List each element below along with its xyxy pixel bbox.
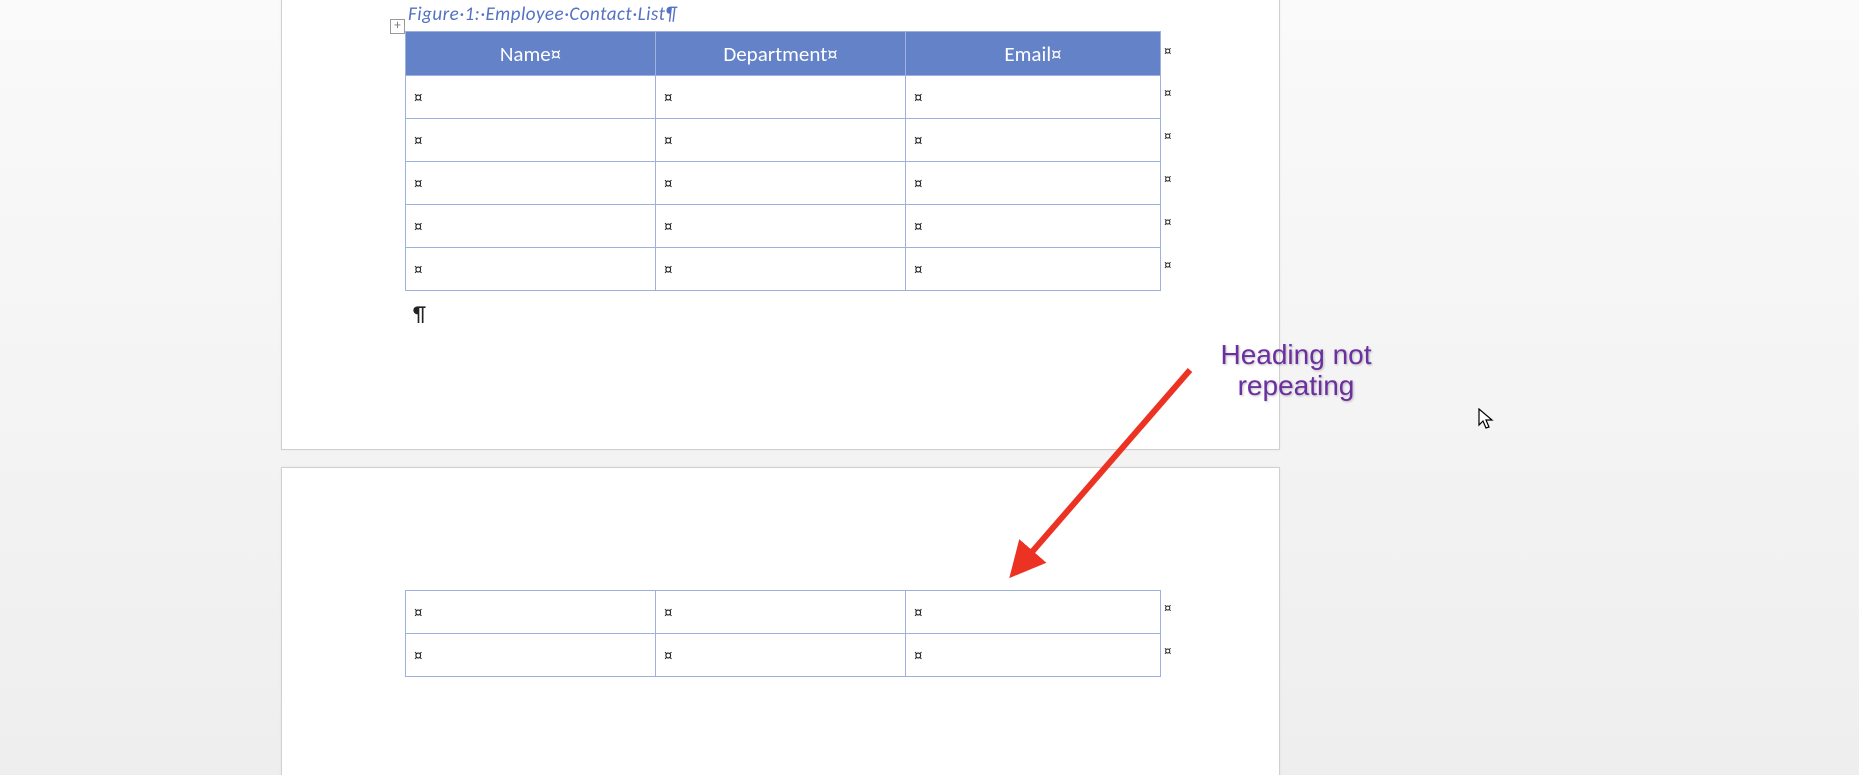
row-end-marker: ¤ [1164,643,1171,661]
table-cell[interactable]: ¤ [906,76,1161,119]
table-cell[interactable]: ¤ [656,76,906,119]
table-cell[interactable]: ¤ [406,634,656,677]
row-end-marker: ¤ [1164,171,1171,189]
mouse-cursor-icon [1478,408,1496,436]
cell-marker: ¤ [406,645,430,666]
employee-contact-table[interactable]: Name¤ Department¤ Email¤ ¤ ¤ ¤ ¤ ¤ ¤ ¤ ¤ ¤ ¤ ¤ ¤ ¤ ¤ ¤ [405,31,1161,291]
cell-marker: ¤ [656,216,680,237]
table-cell[interactable]: ¤ [906,248,1161,291]
table-cell[interactable]: ¤ [406,591,656,634]
cell-marker: ¤ [656,130,680,151]
table-cell[interactable]: ¤ [406,119,656,162]
cell-marker: ¤ [656,173,680,194]
table-cell[interactable]: ¤ [656,205,906,248]
row-end-marker: ¤ [1164,128,1171,146]
cell-marker: ¤ [406,173,430,194]
table-cell[interactable]: ¤ [656,248,906,291]
cell-marker: ¤ [406,216,430,237]
table-cell[interactable]: ¤ [906,634,1161,677]
table-cell[interactable]: ¤ [906,205,1161,248]
table-cell[interactable]: ¤ [406,76,656,119]
row-end-marker: ¤ [1164,43,1171,61]
cell-marker: ¤ [656,645,680,666]
table-cell[interactable]: ¤ [906,119,1161,162]
row-end-marker: ¤ [1164,85,1171,103]
cell-marker: ¤ [906,602,930,623]
table-cell[interactable]: ¤ [406,162,656,205]
row-end-marker: ¤ [1164,214,1171,232]
table-cell[interactable]: ¤ [656,591,906,634]
cell-marker: ¤ [906,216,930,237]
table-header-name[interactable]: Name¤ [406,32,656,76]
table-row[interactable]: ¤ ¤ ¤ [406,634,1161,677]
cell-marker: ¤ [906,173,930,194]
table-move-handle-icon[interactable]: + [390,19,405,34]
cell-marker: ¤ [656,87,680,108]
table-cell[interactable]: ¤ [906,162,1161,205]
table-cell[interactable]: ¤ [656,119,906,162]
table-header-row[interactable]: Name¤ Department¤ Email¤ [406,32,1161,76]
table-cell[interactable]: ¤ [406,205,656,248]
cell-marker: ¤ [906,87,930,108]
cell-marker: ¤ [906,130,930,151]
annotation-arrow-icon [1000,370,1250,620]
figure-caption[interactable]: Figure·1:·Employee·Contact·List¶ [408,3,677,26]
cell-marker: ¤ [656,602,680,623]
cell-marker: ¤ [406,602,430,623]
cell-marker: ¤ [406,130,430,151]
table-cell[interactable]: ¤ [656,162,906,205]
cell-marker: ¤ [906,645,930,666]
cell-marker: ¤ [656,259,680,280]
table-row[interactable]: ¤ ¤ ¤ [406,205,1161,248]
row-end-marker: ¤ [1164,257,1171,275]
cell-marker: ¤ [406,87,430,108]
table-cell[interactable]: ¤ [406,248,656,291]
table-header-email[interactable]: Email¤ [906,32,1161,76]
paragraph-mark: ¶ [413,300,426,327]
table-row[interactable]: ¤ ¤ ¤ [406,162,1161,205]
table-row[interactable]: ¤ ¤ ¤ [406,248,1161,291]
table-header-department[interactable]: Department¤ [656,32,906,76]
cell-marker: ¤ [906,259,930,280]
table-cell[interactable]: ¤ [656,634,906,677]
table-row[interactable]: ¤ ¤ ¤ [406,119,1161,162]
table-row[interactable]: ¤ ¤ ¤ [406,76,1161,119]
cell-marker: ¤ [406,259,430,280]
